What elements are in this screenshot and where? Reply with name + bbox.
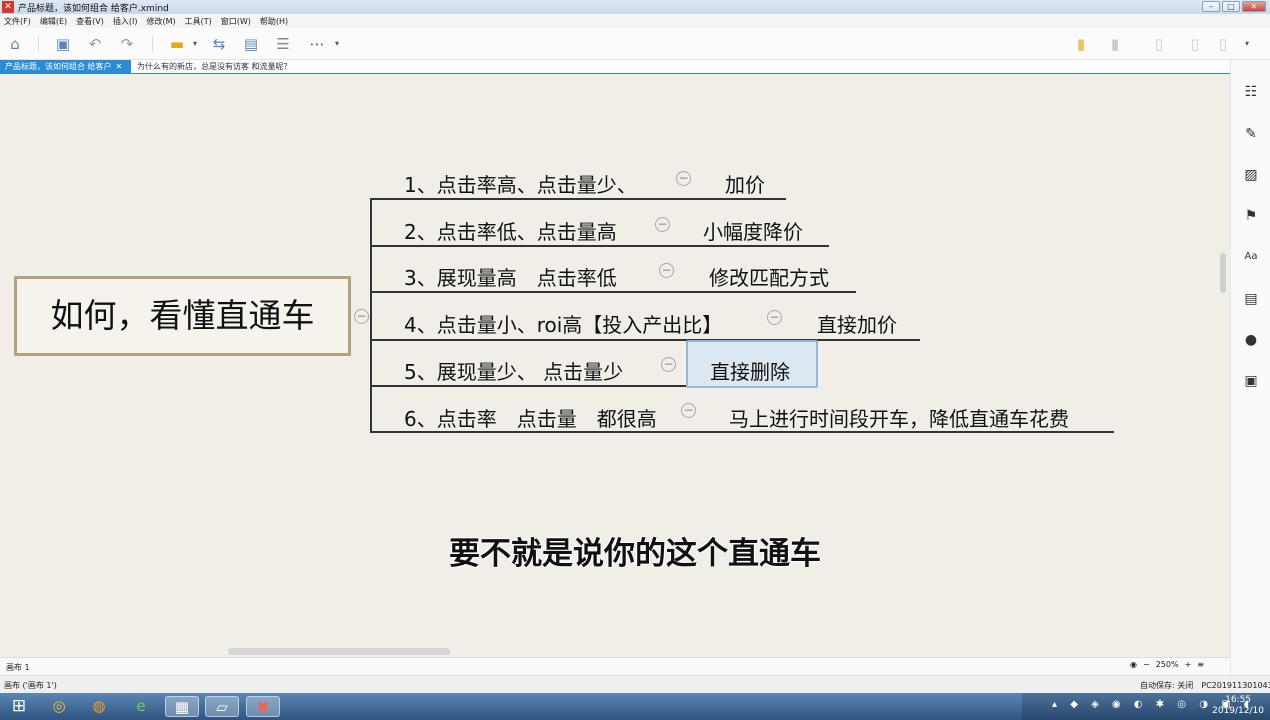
menu-file[interactable]: 文件(F): [4, 16, 31, 27]
zoom-level[interactable]: 250%: [1156, 660, 1179, 669]
title-bar: ✕ 产品标题，该如何组合 给客户.xmind – □ ✕: [0, 0, 1270, 14]
menu-insert[interactable]: 插入(I): [113, 16, 138, 27]
zoom-out-icon[interactable]: −: [1143, 660, 1150, 669]
theme-icon[interactable]: ▯: [1150, 35, 1168, 53]
subtopic[interactable]: 小幅度降价: [703, 216, 803, 245]
task-icon[interactable]: ▣: [1241, 371, 1261, 391]
system-tray: ▴ ◆ ◈ ◉ ◐ ✱ ◎ ◑ ▣ ◖ 16:55 2019/12/10: [1022, 693, 1270, 720]
collapse-icon[interactable]: −: [661, 357, 676, 372]
branch-underline: [370, 339, 920, 341]
file-explorer-icon[interactable]: ▱: [205, 696, 239, 717]
collapse-icon[interactable]: −: [659, 263, 674, 278]
toolbar-chevron-down-icon[interactable]: ▾: [1242, 35, 1252, 53]
branch-topic[interactable]: 6、点击率 点击量 都很高: [404, 403, 657, 432]
clock[interactable]: 16:55 2019/12/10: [1212, 695, 1264, 717]
branch-topic[interactable]: 2、点击率低、点击量高: [404, 216, 617, 245]
calculator-icon[interactable]: ▦: [165, 696, 199, 717]
more-icon[interactable]: ⋯: [308, 35, 326, 53]
horizontal-scrollbar[interactable]: [0, 646, 1218, 656]
tab-inactive-document[interactable]: 为什么有的新店，总是没有访客 和流量呢？: [132, 60, 297, 74]
zoom-controls: ◉ − 250% + ≡: [1130, 660, 1204, 669]
outline-icon[interactable]: ☷: [1241, 82, 1261, 102]
collapse-icon[interactable]: −: [767, 310, 782, 325]
sheet-tab[interactable]: 画布 1: [6, 662, 30, 673]
export-icon[interactable]: ▯: [1214, 35, 1232, 53]
branch-topic[interactable]: 3、展现量高 点击率低: [404, 262, 617, 291]
boundary-icon[interactable]: ▤: [242, 35, 260, 53]
branch-underline: [370, 245, 829, 247]
window-title: 产品标题，该如何组合 给客户.xmind: [18, 3, 169, 14]
subtopic-selected[interactable]: 直接删除: [710, 356, 790, 385]
image-icon[interactable]: ▨: [1241, 165, 1261, 185]
tab-label: 产品标题，该如何组合 给客户: [5, 62, 112, 71]
menu-tools[interactable]: 工具(T): [185, 16, 212, 27]
menu-view[interactable]: 查看(V): [76, 16, 104, 27]
clock-time: 16:55: [1225, 695, 1252, 705]
tab-active-document[interactable]: 产品标题，该如何组合 给客户 ✕: [0, 60, 131, 74]
layout-icon[interactable]: ▮: [1106, 35, 1124, 53]
subtopic[interactable]: 马上进行时间段开车，降低直通车花费: [729, 403, 1069, 432]
marker-flag-icon[interactable]: ⚑: [1241, 206, 1261, 226]
summary-icon[interactable]: ☰: [274, 35, 292, 53]
font-icon[interactable]: Aa: [1241, 247, 1261, 267]
branch-underline: [370, 291, 856, 293]
menu-icon[interactable]: ≡: [1197, 660, 1204, 669]
menu-window[interactable]: 窗口(W): [221, 16, 251, 27]
eye-icon[interactable]: ◉: [1130, 660, 1137, 669]
central-topic[interactable]: 如何，看懂直通车: [14, 276, 351, 356]
clock-date: 2019/12/10: [1212, 706, 1264, 716]
topic-icon[interactable]: ▬: [168, 35, 186, 53]
central-collapse-icon[interactable]: −: [354, 309, 369, 324]
toolbar: ⌂ ▣ ↶ ↷ ▬ ▾ ⇆ ▤ ☰ ⋯ ▾ ▮ ▮ ▯ ▯ ▯ ▾: [0, 28, 1270, 60]
status-bar: 画布 ('画布 1') 自动保存: 关闭 PC201911301043: [0, 675, 1270, 693]
zoom-in-icon[interactable]: +: [1185, 660, 1192, 669]
more-chevron-down-icon[interactable]: ▾: [332, 35, 342, 53]
status-right: 自动保存: 关闭 PC201911301043: [1140, 680, 1270, 691]
collapse-icon[interactable]: −: [676, 171, 691, 186]
present-icon[interactable]: ▯: [1186, 35, 1204, 53]
menu-edit[interactable]: 编辑(E): [40, 16, 67, 27]
maximize-button[interactable]: □: [1222, 1, 1240, 12]
style-icon[interactable]: ▮: [1072, 35, 1090, 53]
document-tabs: 产品标题，该如何组合 给客户 ✕ 为什么有的新店，总是没有访客 和流量呢？: [0, 60, 1230, 74]
collapse-icon[interactable]: −: [681, 403, 696, 418]
right-sidebar: ☷ ✎ ▨ ⚑ Aa ▤ ● ▣: [1230, 60, 1270, 675]
subtopic[interactable]: 直接加价: [817, 309, 897, 338]
sheet-bar: 画布 1 ◉ − 250% + ≡: [0, 657, 1230, 675]
branch-topic[interactable]: 5、展现量少、 点击量少: [404, 356, 623, 385]
undo-icon[interactable]: ↶: [86, 35, 104, 53]
start-button-icon[interactable]: ⊞: [2, 696, 36, 717]
video-subtitle: 要不就是说你的这个直通车: [449, 536, 821, 572]
autosave-status: 自动保存: 关闭: [1140, 681, 1194, 690]
subtopic[interactable]: 修改匹配方式: [709, 262, 829, 291]
redo-icon[interactable]: ↷: [118, 35, 136, 53]
notes-icon[interactable]: ▤: [1241, 289, 1261, 309]
minimize-button[interactable]: –: [1202, 1, 1220, 12]
branch-trunk: [370, 198, 372, 433]
subtopic[interactable]: 加价: [725, 169, 765, 198]
ie-browser-icon[interactable]: e: [124, 696, 158, 717]
home-icon[interactable]: ⌂: [6, 35, 24, 53]
chrome-icon[interactable]: ◎: [42, 696, 76, 717]
uc-browser-icon[interactable]: ◍: [82, 696, 116, 717]
branch-topic[interactable]: 4、点击量小、roi高【投入产出比】: [404, 309, 722, 338]
chevron-down-icon[interactable]: ▾: [190, 35, 200, 53]
branch-underline: [370, 198, 786, 200]
menu-bar: 文件(F) 编辑(E) 查看(V) 插入(I) 修改(M) 工具(T) 窗口(W…: [0, 14, 1270, 28]
xmind-logo-icon: ✕: [2, 1, 14, 13]
branch-topic[interactable]: 1、点击率高、点击量少、: [404, 169, 637, 198]
machine-name: PC201911301043: [1201, 681, 1270, 690]
save-icon[interactable]: ▣: [54, 35, 72, 53]
close-button[interactable]: ✕: [1242, 1, 1266, 12]
close-icon[interactable]: ✕: [116, 62, 123, 71]
status-sheet: 画布 ('画布 1'): [4, 681, 57, 690]
menu-help[interactable]: 帮助(H): [260, 16, 288, 27]
collapse-icon[interactable]: −: [655, 217, 670, 232]
format-brush-icon[interactable]: ✎: [1241, 124, 1261, 144]
comment-icon[interactable]: ●: [1241, 330, 1261, 350]
relationship-icon[interactable]: ⇆: [210, 35, 228, 53]
taskbar: ⊞ ◎ ◍ e ▦ ▱ ✖ ▴ ◆ ◈ ◉ ◐ ✱ ◎ ◑ ▣ ◖ 16:55 …: [0, 693, 1270, 720]
xmind-taskbar-icon[interactable]: ✖: [246, 696, 280, 717]
menu-modify[interactable]: 修改(M): [146, 16, 175, 27]
